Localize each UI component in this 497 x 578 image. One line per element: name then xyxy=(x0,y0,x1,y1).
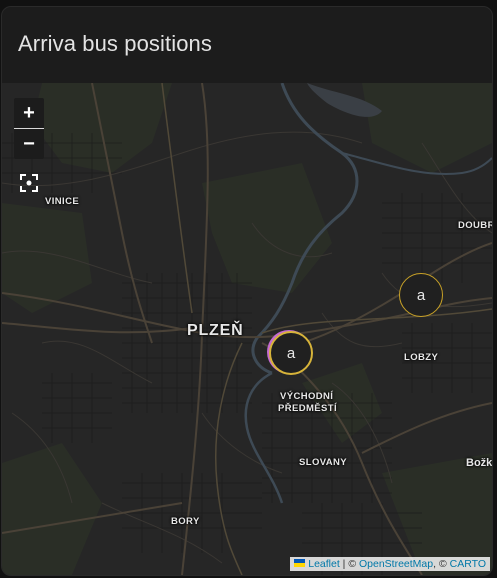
zoom-control: + − xyxy=(14,98,44,159)
place-label-plzen: PLZEŇ xyxy=(187,322,244,339)
bus-map-card: Arriva bus positions + − VINICE PLZEŇ DO… xyxy=(1,6,493,576)
place-label-bory: BORY xyxy=(171,516,200,527)
zoom-in-button[interactable]: + xyxy=(14,98,44,128)
bus-marker[interactable]: a xyxy=(399,273,443,317)
map[interactable]: + − VINICE PLZEŇ DOUBR LOBZY VÝCHODNÍ PŘ… xyxy=(2,83,492,575)
place-label-doubr: DOUBR xyxy=(458,220,492,231)
place-label-predmesti: PŘEDMĚSTÍ xyxy=(278,403,338,414)
bus-marker[interactable]: a xyxy=(269,331,313,375)
carto-link[interactable]: CARTO xyxy=(450,558,486,570)
place-label-bozkov: Božk xyxy=(466,457,492,469)
ukraine-flag-icon xyxy=(294,559,306,567)
place-label-slovany: SLOVANY xyxy=(299,457,348,468)
place-label-vinice: VINICE xyxy=(45,196,80,207)
place-label-vychodni: VÝCHODNÍ xyxy=(280,391,334,402)
attribution-separator: , © xyxy=(433,558,450,570)
leaflet-link[interactable]: Leaflet xyxy=(308,558,340,570)
place-label-lobzy: LOBZY xyxy=(404,352,439,363)
focus-icon xyxy=(20,174,38,192)
card-title: Arriva bus positions xyxy=(18,31,212,56)
openstreetmap-link[interactable]: OpenStreetMap xyxy=(359,558,433,570)
map-tiles xyxy=(2,83,492,575)
fit-bounds-button[interactable] xyxy=(15,169,43,197)
zoom-out-button[interactable]: − xyxy=(14,129,44,159)
map-attribution: Leaflet | © OpenStreetMap, © CARTO xyxy=(290,557,490,571)
attribution-separator: | © xyxy=(339,558,359,570)
